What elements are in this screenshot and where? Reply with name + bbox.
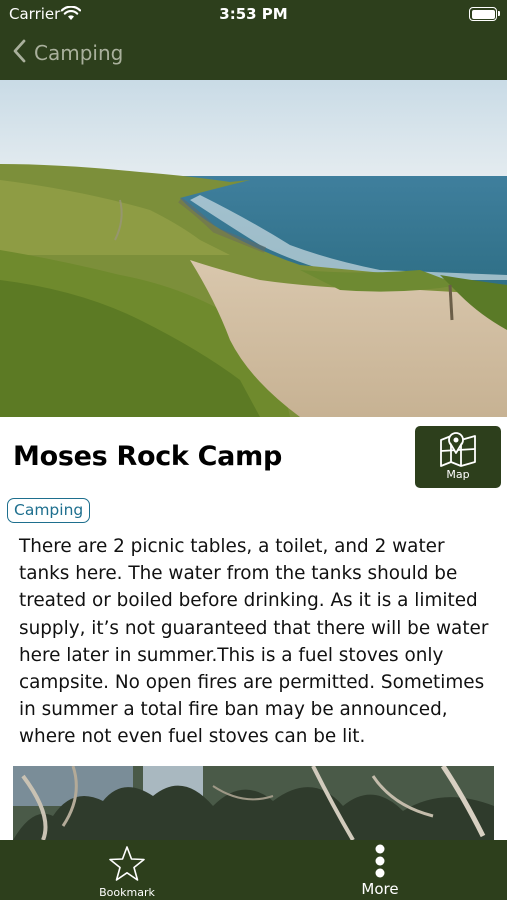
map-button-label: Map xyxy=(446,468,470,481)
back-button-label: Camping xyxy=(34,41,124,65)
map-button[interactable]: Map xyxy=(415,426,501,488)
battery-icon xyxy=(469,7,500,21)
status-bar: Carrier 3:53 PM xyxy=(0,0,507,30)
tab-bar: Bookmark More xyxy=(0,840,507,900)
tab-bookmark-label: Bookmark xyxy=(99,886,155,899)
hero-image xyxy=(0,80,507,417)
back-button[interactable]: Camping xyxy=(12,38,123,68)
tab-more[interactable]: More xyxy=(343,842,417,898)
tab-more-label: More xyxy=(361,880,399,898)
star-icon xyxy=(107,844,147,889)
map-pin-icon xyxy=(439,431,477,472)
clock: 3:53 PM xyxy=(219,5,288,23)
navigation-bar: Camping xyxy=(0,30,507,80)
page-title: Moses Rock Camp xyxy=(13,441,282,472)
category-tag: Camping xyxy=(7,498,91,523)
chevron-left-icon xyxy=(12,39,26,68)
more-vertical-icon xyxy=(374,844,386,885)
gallery-image[interactable] xyxy=(13,766,494,840)
description-text: There are 2 picnic tables, a toilet, and… xyxy=(19,536,489,748)
tab-bookmark[interactable]: Bookmark xyxy=(90,844,164,899)
